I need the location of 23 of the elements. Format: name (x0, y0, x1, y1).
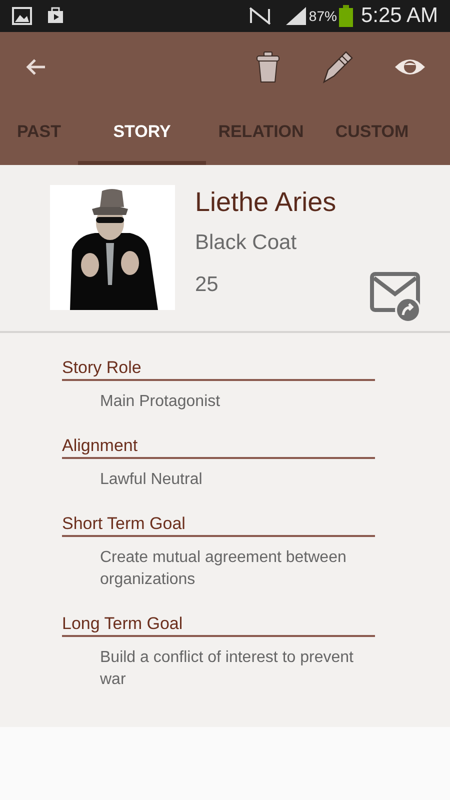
field-label: Long Term Goal (62, 613, 375, 637)
character-subtitle: Black Coat (195, 230, 298, 256)
field-value: Build a conflict of interest to prevent war (100, 648, 354, 690)
signal-icon (284, 6, 307, 26)
field-value: Create mutual agreement between organizations (100, 548, 348, 590)
field-value: Lawful Neutral (100, 470, 204, 490)
image-icon (12, 7, 32, 25)
field-value: Main Protagonist (100, 392, 222, 412)
character-name: Liethe Aries (195, 186, 336, 219)
mute-icon (246, 6, 273, 26)
tab[interactable]: PAST (0, 102, 78, 165)
field-label: Short Term Goal (62, 513, 375, 537)
share-mail-button[interactable] (370, 272, 422, 324)
battery-percent: 87% (308, 6, 337, 26)
clock: 5:25 AM (360, 3, 438, 30)
field-label: Story Role (62, 357, 375, 381)
character-age: 25 (195, 272, 220, 298)
battery-icon (338, 5, 353, 27)
field-label: Alignment (62, 435, 375, 459)
tab[interactable]: CUSTOM (316, 102, 428, 165)
tab[interactable]: RELATION (206, 102, 316, 165)
delete-button[interactable] (256, 51, 280, 83)
edit-button[interactable] (320, 50, 354, 84)
